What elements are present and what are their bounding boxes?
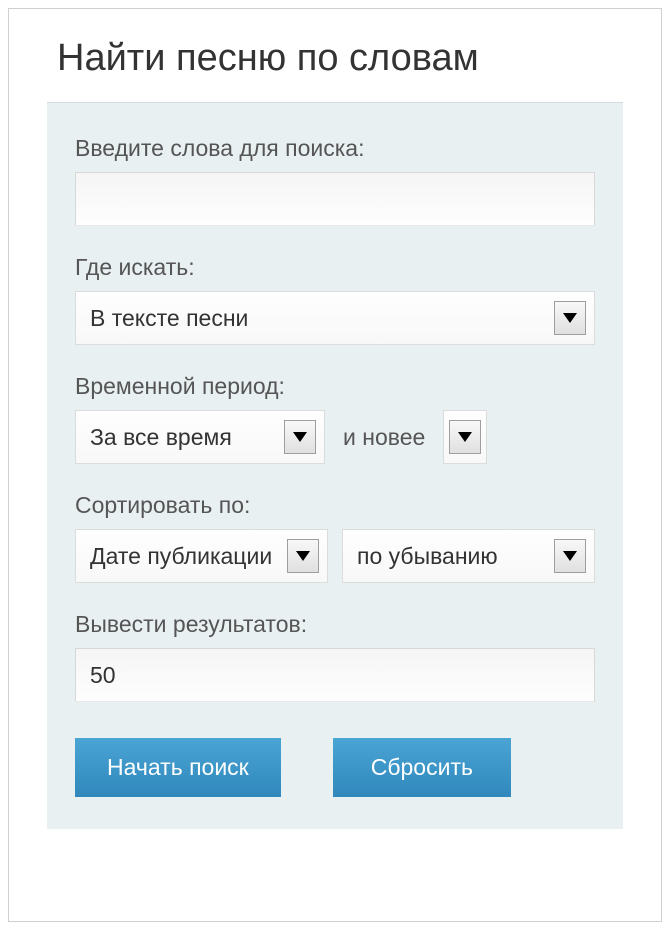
dropdown-icon	[284, 420, 316, 454]
dropdown-icon	[554, 539, 586, 573]
period-end-select[interactable]	[443, 410, 487, 464]
field-search-words: Введите слова для поиска:	[75, 135, 595, 226]
form-container: Найти песню по словам Введите слова для …	[8, 8, 662, 922]
field-search-in: Где искать: В тексте песни	[75, 254, 595, 345]
dropdown-icon	[554, 301, 586, 335]
field-period: Временной период: За все время и новее	[75, 373, 595, 464]
period-select[interactable]: За все время	[75, 410, 325, 464]
search-words-input[interactable]	[75, 172, 595, 226]
reset-button[interactable]: Сбросить	[333, 738, 511, 797]
dropdown-icon	[449, 420, 481, 454]
period-value: За все время	[76, 424, 284, 451]
period-suffix-text: и новее	[339, 424, 429, 451]
sort-direction-select[interactable]: по убыванию	[342, 529, 595, 583]
search-form-panel: Введите слова для поиска: Где искать: В …	[47, 102, 623, 829]
search-in-value: В тексте песни	[76, 305, 554, 332]
label-sort: Сортировать по:	[75, 492, 595, 519]
results-input[interactable]	[75, 648, 595, 702]
field-sort: Сортировать по: Дате публикации по убыва…	[75, 492, 595, 583]
label-search-in: Где искать:	[75, 254, 595, 281]
dropdown-icon	[287, 539, 319, 573]
page-title: Найти песню по словам	[9, 9, 661, 102]
label-search-words: Введите слова для поиска:	[75, 135, 595, 162]
label-period: Временной период:	[75, 373, 595, 400]
submit-button[interactable]: Начать поиск	[75, 738, 281, 797]
search-in-select[interactable]: В тексте песни	[75, 291, 595, 345]
button-row: Начать поиск Сбросить	[75, 738, 595, 797]
sort-field-select[interactable]: Дате публикации	[75, 529, 328, 583]
field-results: Вывести результатов:	[75, 611, 595, 702]
label-results: Вывести результатов:	[75, 611, 595, 638]
sort-direction-value: по убыванию	[343, 543, 554, 570]
sort-field-value: Дате публикации	[76, 543, 287, 570]
